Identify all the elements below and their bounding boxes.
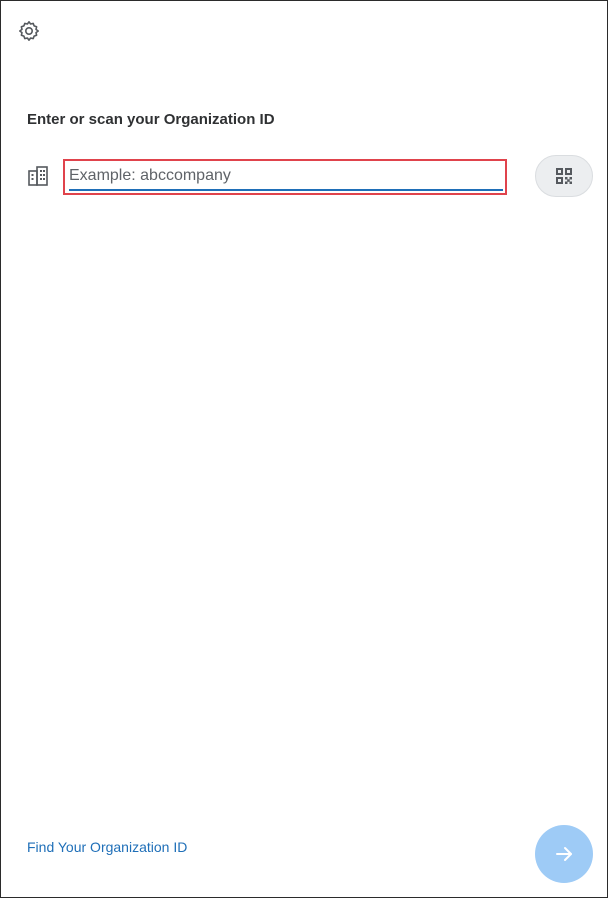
qr-code-icon bbox=[556, 168, 572, 184]
arrow-right-icon bbox=[556, 847, 572, 861]
input-underline bbox=[69, 189, 503, 191]
next-button[interactable] bbox=[535, 825, 593, 883]
settings-gear-icon[interactable] bbox=[17, 19, 41, 43]
org-id-field bbox=[63, 159, 507, 195]
app-frame: Enter or scan your Organization ID Examp… bbox=[0, 0, 608, 898]
building-icon bbox=[27, 165, 49, 187]
scan-qr-button[interactable] bbox=[535, 155, 593, 197]
org-id-prompt: Enter or scan your Organization ID bbox=[27, 111, 275, 128]
find-org-id-link[interactable]: Find Your Organization ID bbox=[27, 839, 187, 855]
org-id-input[interactable] bbox=[69, 163, 499, 189]
